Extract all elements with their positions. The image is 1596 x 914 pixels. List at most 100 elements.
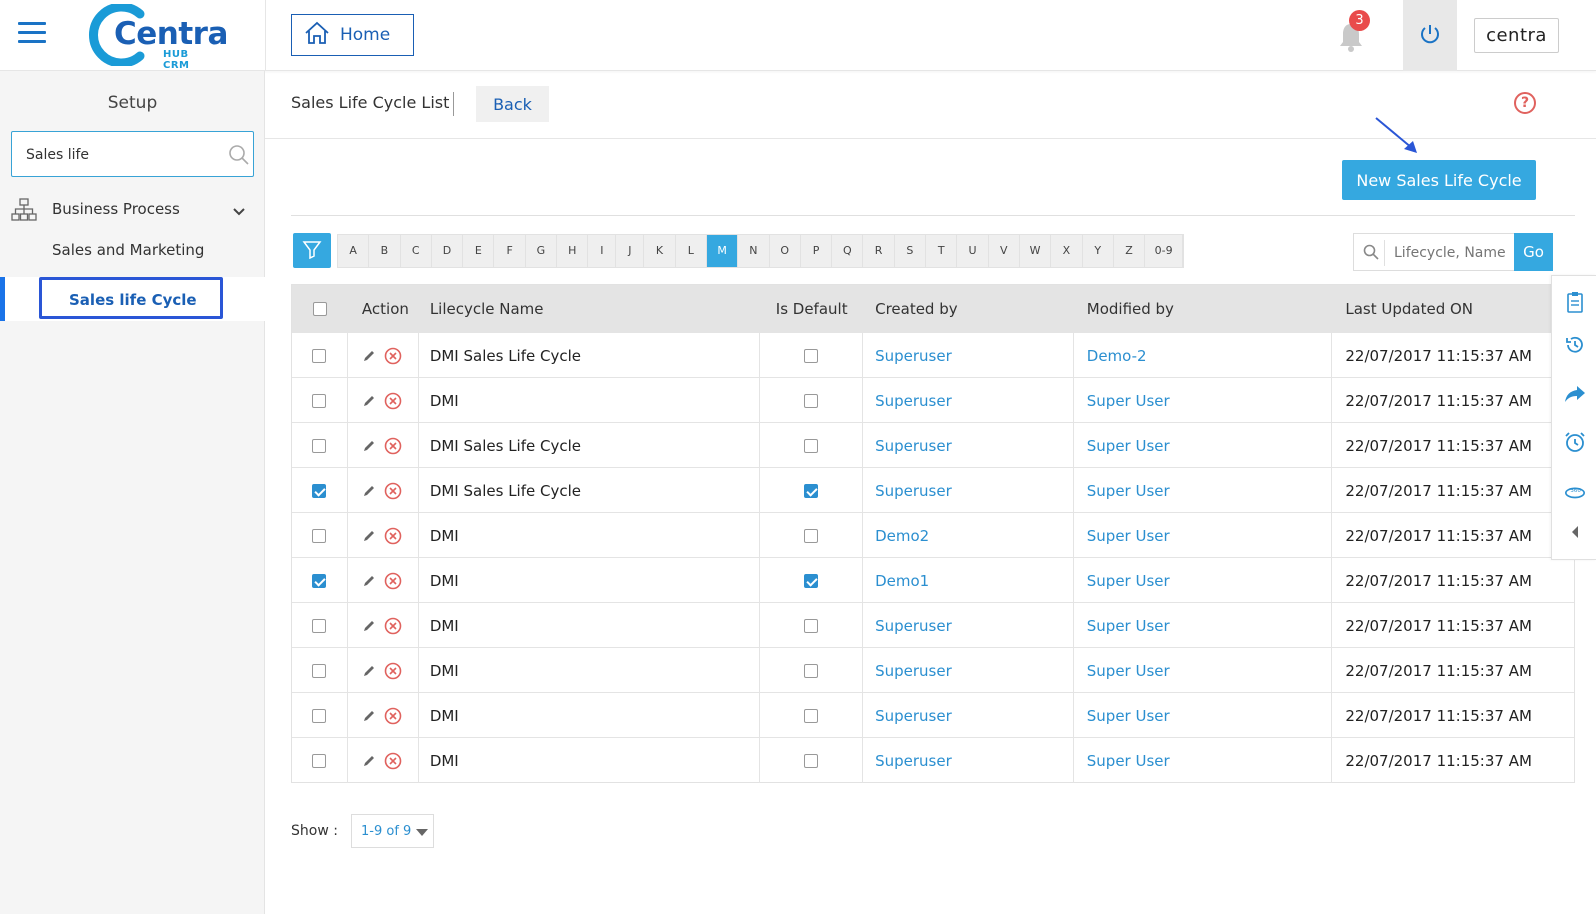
row-checkbox[interactable]: [312, 618, 327, 633]
alpha-filter-v[interactable]: V: [989, 235, 1020, 267]
alpha-filter-0-9[interactable]: 0-9: [1145, 235, 1184, 267]
column-header-last-updated[interactable]: Last Updated ON: [1332, 285, 1574, 332]
alpha-filter-w[interactable]: W: [1020, 235, 1052, 267]
logout-button[interactable]: [1403, 0, 1457, 71]
is-default-checkbox[interactable]: [804, 708, 819, 723]
row-checkbox[interactable]: [312, 528, 327, 543]
table-row[interactable]: DMI Superuser Super User 22/07/2017 11:15:3…: [292, 377, 1574, 423]
modified-by-link[interactable]: Super User: [1087, 617, 1170, 635]
delete-circle-icon[interactable]: [384, 662, 402, 680]
row-checkbox[interactable]: [312, 753, 327, 768]
table-row[interactable]: DMI Superuser Super User 22/07/2017 11:15:3…: [292, 692, 1574, 738]
clipboard-icon[interactable]: [1564, 291, 1586, 313]
modified-by-link[interactable]: Super User: [1087, 707, 1170, 725]
alpha-filter-m[interactable]: M: [706, 235, 739, 267]
row-checkbox[interactable]: [312, 393, 327, 408]
delete-circle-icon[interactable]: [384, 527, 402, 545]
alpha-filter-o[interactable]: O: [770, 235, 801, 267]
table-row[interactable]: DMI Sales Life Cycle Superuser Super User 2…: [292, 467, 1574, 513]
alpha-filter-r[interactable]: R: [863, 235, 895, 267]
alpha-filter-p[interactable]: P: [801, 235, 833, 267]
pencil-icon[interactable]: [362, 709, 376, 723]
alpha-filter-l[interactable]: L: [676, 235, 707, 267]
back-button[interactable]: Back: [476, 86, 549, 122]
column-header-lifecycle-name[interactable]: Lilecycle Name: [419, 285, 760, 332]
table-row[interactable]: DMI Superuser Super User 22/07/2017 11:15:3…: [292, 647, 1574, 693]
created-by-link[interactable]: Superuser: [875, 347, 952, 365]
collapse-left-icon[interactable]: [1564, 521, 1586, 543]
alpha-filter-f[interactable]: F: [494, 235, 526, 267]
table-row[interactable]: DMI Demo1 Super User 22/07/2017 11:15:37 AM: [292, 557, 1574, 603]
page-size-select[interactable]: 1-9 of 9: [351, 814, 434, 848]
is-default-checkbox[interactable]: [804, 753, 819, 768]
table-row[interactable]: DMI Superuser Super User 22/07/2017 11:15:3…: [292, 737, 1574, 783]
alpha-filter-z[interactable]: Z: [1114, 235, 1146, 267]
alpha-filter-i[interactable]: I: [588, 235, 617, 267]
table-row[interactable]: DMI Sales Life Cycle Superuser Demo-2 22/07…: [292, 332, 1574, 378]
delete-circle-icon[interactable]: [384, 707, 402, 725]
history-icon[interactable]: [1564, 334, 1586, 356]
delete-circle-icon[interactable]: [384, 572, 402, 590]
pencil-icon[interactable]: [362, 574, 376, 588]
alpha-filter-q[interactable]: Q: [832, 235, 864, 267]
pencil-icon[interactable]: [362, 349, 376, 363]
sidebar-search-input[interactable]: [26, 144, 206, 166]
is-default-checkbox[interactable]: [804, 393, 819, 408]
alpha-filter-d[interactable]: D: [432, 235, 464, 267]
centra-logo[interactable]: Centra HUB CRM: [88, 4, 228, 71]
row-checkbox[interactable]: [312, 663, 327, 678]
new-sales-life-cycle-button[interactable]: New Sales Life Cycle: [1342, 160, 1536, 200]
created-by-link[interactable]: Superuser: [875, 437, 952, 455]
modified-by-link[interactable]: Super User: [1087, 482, 1170, 500]
is-default-checkbox[interactable]: [804, 573, 819, 588]
modified-by-link[interactable]: Super User: [1087, 392, 1170, 410]
alpha-filter-g[interactable]: G: [526, 235, 558, 267]
pencil-icon[interactable]: [362, 529, 376, 543]
modified-by-link[interactable]: Super User: [1087, 752, 1170, 770]
search-icon[interactable]: [228, 144, 250, 170]
pencil-icon[interactable]: [362, 619, 376, 633]
alpha-filter-u[interactable]: U: [957, 235, 989, 267]
is-default-checkbox[interactable]: [804, 348, 819, 363]
delete-circle-icon[interactable]: [384, 482, 402, 500]
table-row[interactable]: DMI Demo2 Super User 22/07/2017 11:15:37 AM: [292, 512, 1574, 558]
delete-circle-icon[interactable]: [384, 392, 402, 410]
row-checkbox[interactable]: [312, 348, 327, 363]
created-by-link[interactable]: Superuser: [875, 617, 952, 635]
column-header-created-by[interactable]: Created by: [863, 285, 1074, 332]
alpha-filter-x[interactable]: X: [1051, 235, 1083, 267]
hamburger-menu-icon[interactable]: [18, 22, 46, 44]
sidebar-group-business-process[interactable]: Business Process: [11, 192, 254, 226]
alpha-filter-s[interactable]: S: [895, 235, 927, 267]
sidebar-item-sales-and-marketing[interactable]: Sales and Marketing: [52, 241, 204, 259]
alpha-filter-k[interactable]: K: [644, 235, 676, 267]
delete-circle-icon[interactable]: [384, 752, 402, 770]
delete-circle-icon[interactable]: [384, 617, 402, 635]
modified-by-link[interactable]: Demo-2: [1087, 347, 1147, 365]
help-icon[interactable]: ?: [1514, 92, 1536, 114]
modified-by-link[interactable]: Super User: [1087, 572, 1170, 590]
home-button[interactable]: Home: [291, 14, 414, 56]
created-by-link[interactable]: Superuser: [875, 752, 952, 770]
created-by-link[interactable]: Superuser: [875, 392, 952, 410]
delete-circle-icon[interactable]: [384, 347, 402, 365]
row-checkbox[interactable]: [312, 573, 327, 588]
modified-by-link[interactable]: Super User: [1087, 527, 1170, 545]
alpha-filter-h[interactable]: H: [557, 235, 589, 267]
alpha-filter-b[interactable]: B: [369, 235, 401, 267]
modified-by-link[interactable]: Super User: [1087, 437, 1170, 455]
is-default-checkbox[interactable]: [804, 438, 819, 453]
alpha-filter-c[interactable]: C: [401, 235, 432, 267]
pencil-icon[interactable]: [362, 754, 376, 768]
pencil-icon[interactable]: [362, 394, 376, 408]
created-by-link[interactable]: Superuser: [875, 482, 952, 500]
table-row[interactable]: DMI Sales Life Cycle Superuser Super User 2…: [292, 422, 1574, 468]
alpha-filter-y[interactable]: Y: [1083, 235, 1114, 267]
is-default-checkbox[interactable]: [804, 618, 819, 633]
created-by-link[interactable]: Superuser: [875, 662, 952, 680]
row-checkbox[interactable]: [312, 708, 327, 723]
created-by-link[interactable]: Demo1: [875, 572, 929, 590]
pencil-icon[interactable]: [362, 484, 376, 498]
created-by-link[interactable]: Superuser: [875, 707, 952, 725]
lifecycle-search-input[interactable]: [1394, 242, 1514, 264]
